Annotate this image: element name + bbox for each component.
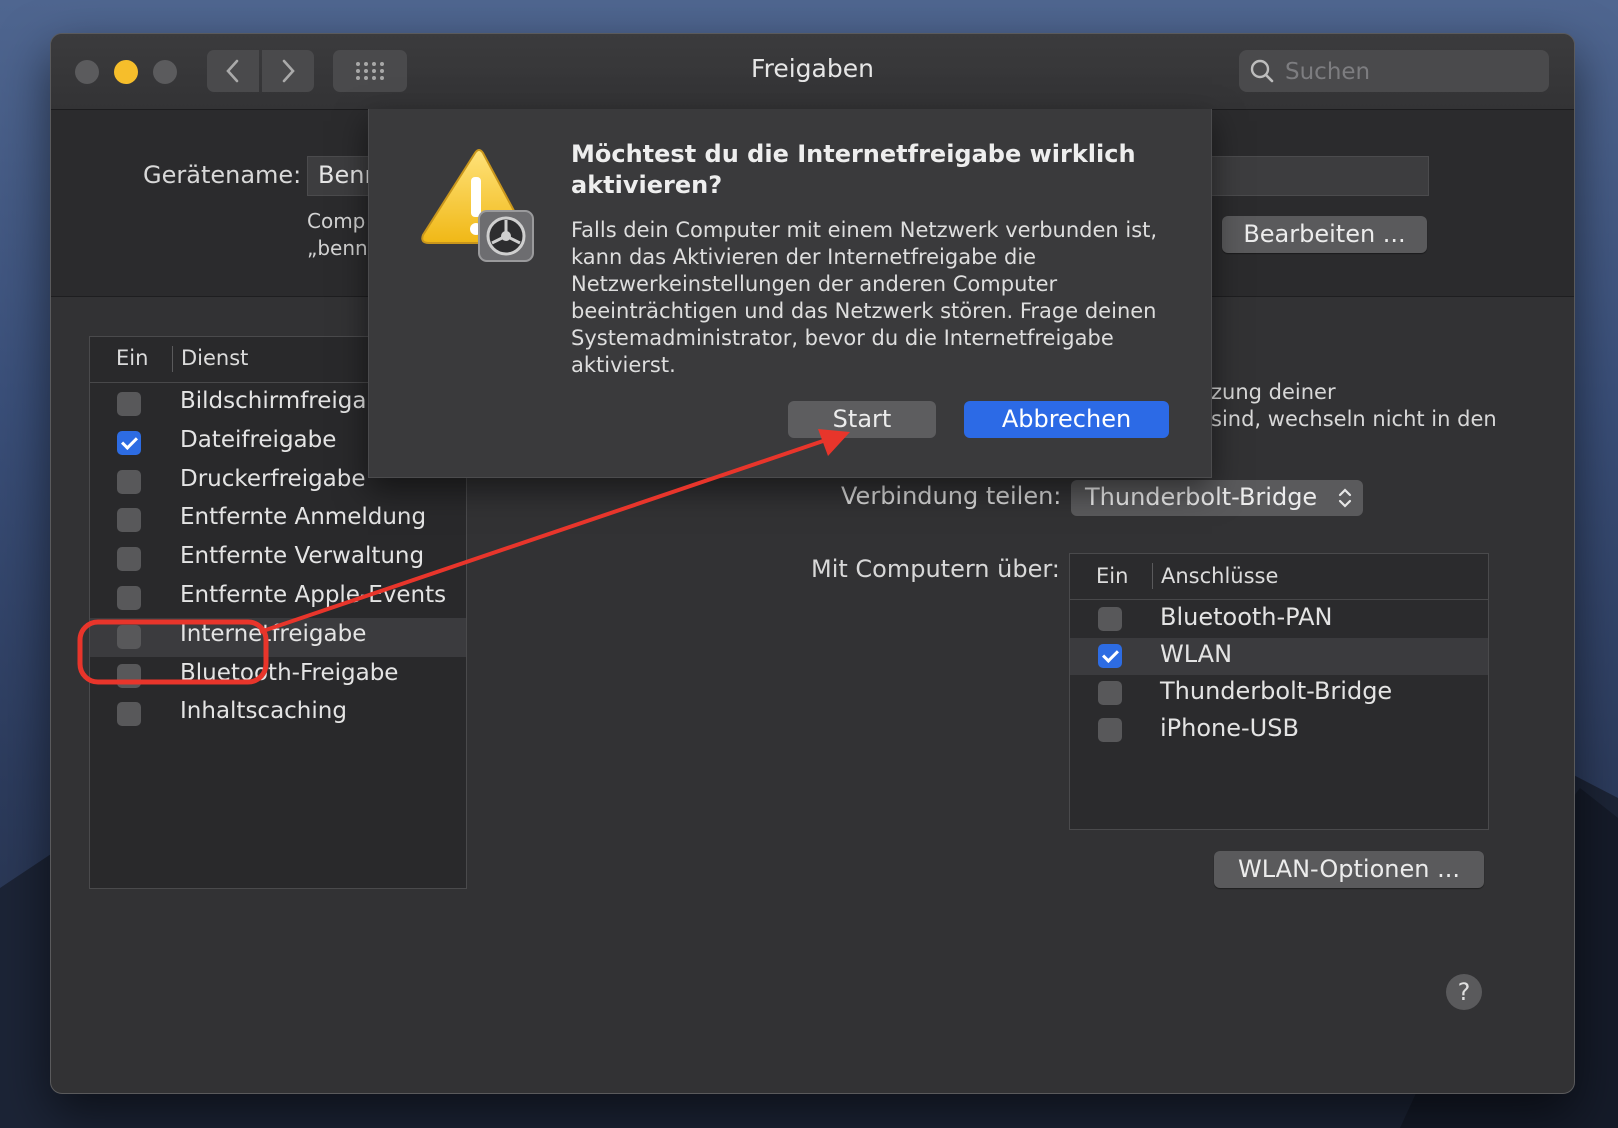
confirmation-dialog: Möchtest du die Internetfreigabe wirklic…	[368, 109, 1212, 478]
device-address-line-1: Comp	[307, 209, 366, 233]
port-checkbox[interactable]	[1098, 718, 1122, 742]
service-checkbox[interactable]	[117, 547, 141, 572]
service-checkbox[interactable]	[117, 430, 141, 455]
port-checkbox[interactable]	[1098, 644, 1122, 668]
service-label: Dateifreigabe	[180, 426, 337, 453]
search-field[interactable]	[1239, 50, 1549, 94]
dialog-message: Falls dein Computer mit einem Netzwerk v…	[571, 218, 1158, 377]
edit-button[interactable]: Bearbeiten ...	[1222, 216, 1427, 253]
ports-table: Ein Anschlüsse Bluetooth-PAN WLAN Thunderb…	[1069, 553, 1489, 830]
service-label: Entfernte Apple-Events	[180, 582, 447, 608]
device-name-label: Gerätename:	[143, 161, 302, 189]
service-label: Bildschirmfreigab	[180, 388, 382, 414]
share-connection-label: Verbindung teilen:	[841, 482, 1062, 510]
service-row[interactable]: Internetfreigabe	[90, 617, 466, 657]
description-line-2: sind, wechseln nicht in den	[1211, 407, 1497, 431]
service-checkbox[interactable]	[117, 624, 141, 649]
service-label: Bluetooth-Freigabe	[180, 659, 399, 686]
cancel-button[interactable]: Abbrechen	[964, 401, 1169, 438]
port-label: WLAN	[1160, 640, 1233, 668]
dialog-title: Möchtest du die Internetfreigabe wirklic…	[571, 140, 1136, 199]
service-checkbox[interactable]	[117, 663, 141, 688]
computers-via-label: Mit Computern über:	[811, 555, 1060, 583]
service-checkbox[interactable]	[117, 508, 141, 533]
column-header-on[interactable]: Ein	[1096, 564, 1128, 588]
updown-chevron-icon	[1338, 488, 1352, 508]
column-header-on[interactable]: Ein	[116, 346, 148, 370]
port-label: Thunderbolt-Bridge	[1160, 677, 1393, 705]
port-label: iPhone-USB	[1160, 714, 1299, 742]
service-label: Internetfreigabe	[180, 620, 367, 647]
service-label: Entfernte Verwaltung	[180, 543, 425, 570]
column-divider	[1152, 563, 1153, 589]
share-connection-value: Thunderbolt-Bridge	[1085, 483, 1318, 511]
share-connection-popup[interactable]: Thunderbolt-Bridge	[1071, 480, 1363, 516]
service-row[interactable]: Entfernte Anmeldung	[90, 501, 466, 540]
port-row[interactable]: Thunderbolt-Bridge	[1070, 675, 1488, 712]
service-label: Entfernte Anmeldung	[180, 504, 427, 531]
search-input[interactable]	[1283, 50, 1543, 94]
ports-table-header: Ein Anschlüsse	[1070, 554, 1488, 600]
column-header-service[interactable]: Dienst	[181, 346, 248, 370]
preferences-window: Freigaben Gerätename: Benn Comp „benn Be…	[50, 33, 1575, 1094]
service-checkbox[interactable]	[117, 702, 141, 727]
service-row[interactable]: Bluetooth-Freigabe	[90, 657, 466, 696]
service-row[interactable]: Entfernte Verwaltung	[90, 540, 466, 579]
help-button[interactable]: ?	[1446, 974, 1482, 1010]
wlan-options-button[interactable]: WLAN-Optionen ...	[1214, 851, 1484, 888]
service-row[interactable]: Inhaltscaching	[90, 695, 466, 734]
port-checkbox[interactable]	[1098, 681, 1122, 705]
service-checkbox[interactable]	[117, 392, 141, 416]
service-row[interactable]: Entfernte Apple-Events	[90, 579, 466, 618]
description-line-1: zung deiner	[1211, 380, 1336, 404]
service-checkbox[interactable]	[117, 586, 141, 610]
column-header-ports[interactable]: Anschlüsse	[1161, 564, 1278, 588]
port-row[interactable]: Bluetooth-PAN	[1070, 601, 1488, 638]
port-row[interactable]: iPhone-USB	[1070, 712, 1488, 749]
port-label: Bluetooth-PAN	[1160, 603, 1333, 631]
port-checkbox[interactable]	[1098, 607, 1122, 631]
service-checkbox[interactable]	[117, 469, 141, 494]
title-bar: Freigaben	[51, 34, 1574, 110]
service-label: Druckerfreigabe	[180, 465, 366, 492]
warning-icon	[421, 149, 534, 262]
service-label: Inhaltscaching	[180, 698, 347, 725]
port-row[interactable]: WLAN	[1070, 638, 1488, 675]
column-divider	[172, 346, 173, 372]
device-address-line-2: „benn	[307, 236, 368, 260]
start-button[interactable]: Start	[788, 401, 936, 438]
search-icon	[1250, 59, 1274, 83]
